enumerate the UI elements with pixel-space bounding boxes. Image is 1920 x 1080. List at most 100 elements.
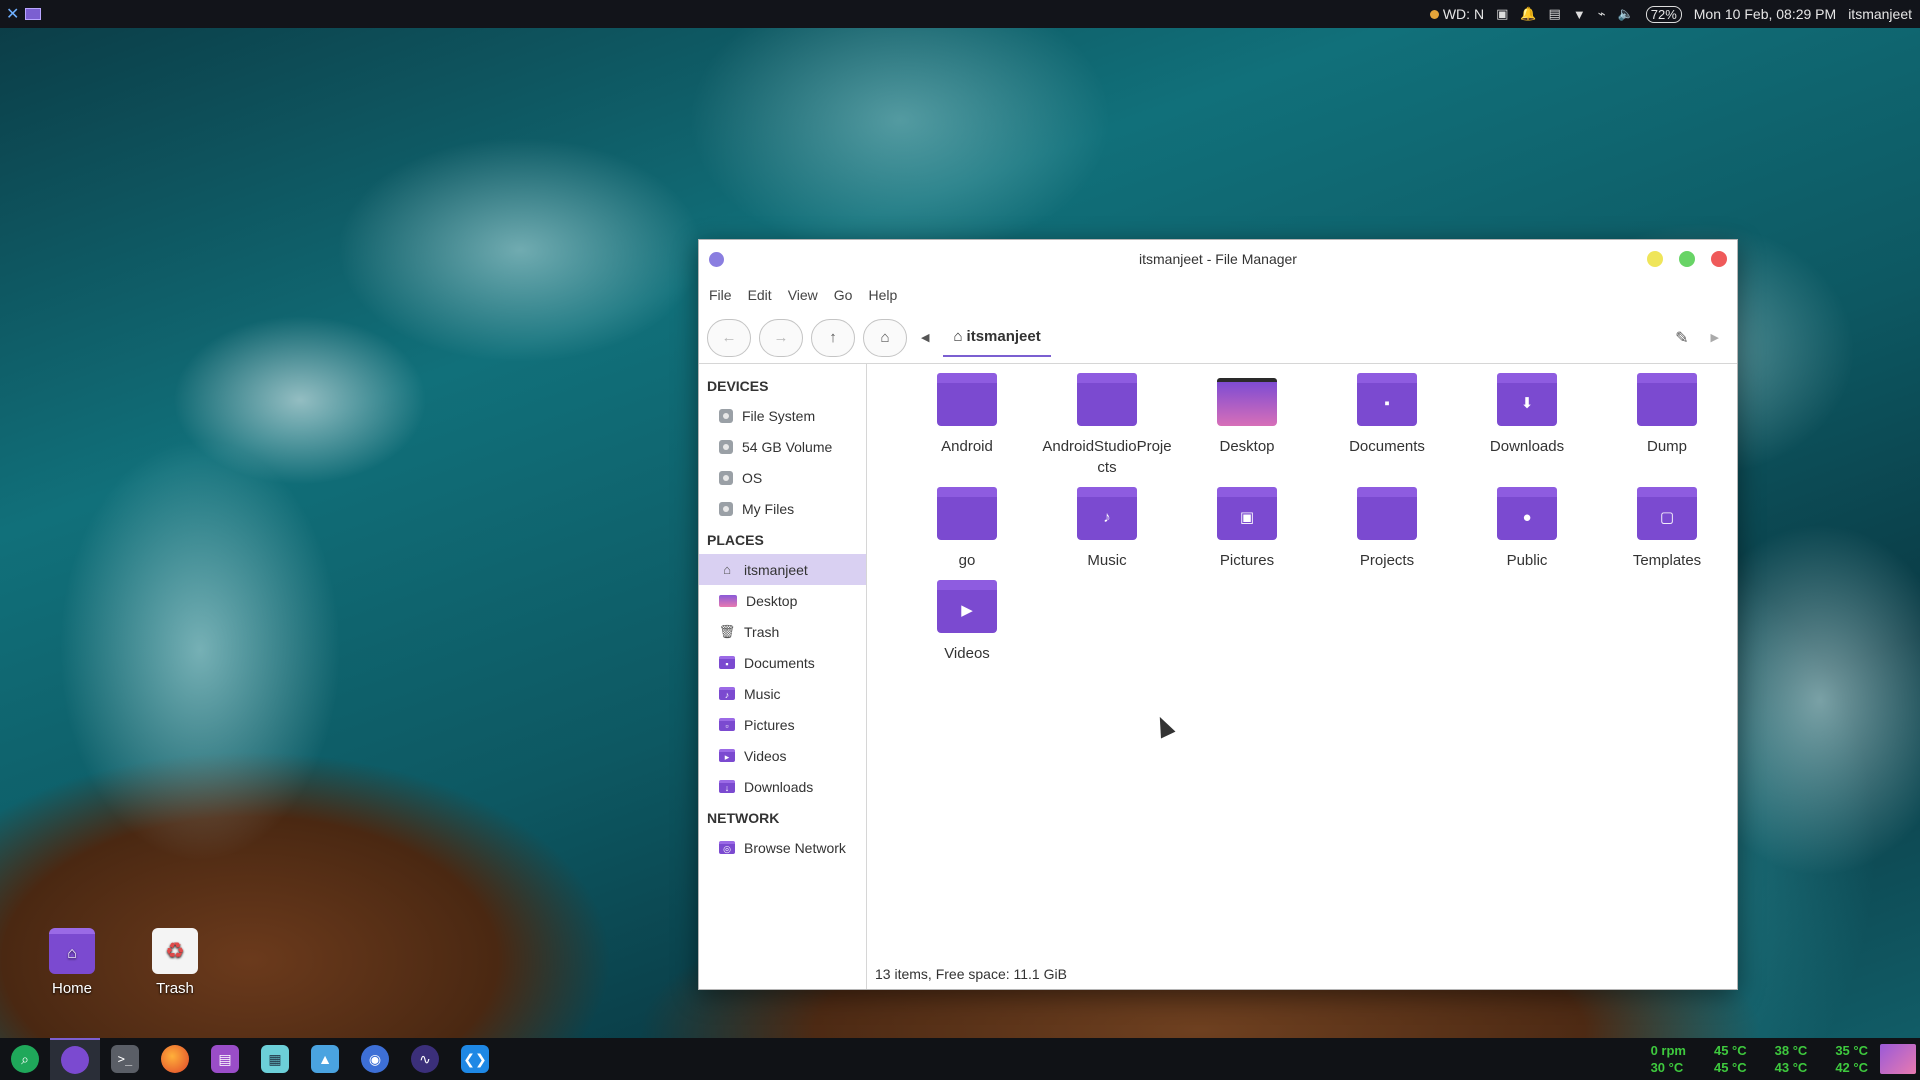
file-item-dump[interactable]: Dump	[1597, 373, 1737, 478]
menu-help[interactable]: Help	[868, 287, 897, 303]
file-item-public[interactable]: ● Public	[1457, 487, 1597, 571]
taskbar-text-editor[interactable]: ▤	[200, 1038, 250, 1080]
menu-file[interactable]: File	[709, 287, 732, 303]
temperature-reading: 35 °C	[1835, 1043, 1868, 1058]
home-icon: ⌂	[723, 562, 731, 577]
volume-icon[interactable]: 🔈	[1618, 6, 1634, 22]
breadcrumb-home[interactable]: ⌂ itsmanjeet	[943, 319, 1051, 357]
workspace-indicator[interactable]	[25, 8, 42, 20]
drive-icon	[719, 408, 733, 423]
menu-go[interactable]: Go	[834, 287, 853, 303]
home-button[interactable]: ⌂	[863, 318, 907, 357]
window-menu-button[interactable]	[709, 251, 724, 267]
menu-view[interactable]: View	[788, 287, 818, 303]
crumb-right-arrow-icon[interactable]: ▶	[1711, 331, 1719, 344]
file-item-documents[interactable]: ▪ Documents	[1317, 373, 1457, 478]
file-item-androidstudioprojects[interactable]: AndroidStudioProjects	[1037, 373, 1177, 478]
menubar: File Edit View Go Help	[699, 278, 1737, 312]
sidebar-heading-devices: DEVICES	[707, 378, 769, 394]
sidebar-item-label: itsmanjeet	[744, 561, 808, 578]
terminal-tray-icon[interactable]: ▤	[1549, 6, 1561, 22]
file-manager-icon	[61, 1046, 89, 1074]
file-item-templates[interactable]: ▢ Templates	[1597, 487, 1737, 571]
file-item-music[interactable]: ♪ Music	[1037, 487, 1177, 571]
app-menu-icon[interactable]: ✕	[6, 4, 19, 24]
file-item-go[interactable]: go	[897, 487, 1037, 571]
taskbar-audio-app[interactable]: ∿	[400, 1038, 450, 1080]
minimize-button[interactable]	[1647, 251, 1663, 267]
sidebar-item-downloads[interactable]: ↓ Downloads	[699, 771, 866, 802]
taskbar-terminal[interactable]: >_	[100, 1038, 150, 1080]
file-item-desktop[interactable]: Desktop	[1177, 376, 1317, 478]
folder-icon	[1077, 373, 1137, 426]
file-item-projects[interactable]: Projects	[1317, 487, 1457, 571]
sidebar-item-videos[interactable]: ▸ Videos	[699, 740, 866, 771]
sidebar-item-browse-network[interactable]: ◎ Browse Network	[699, 832, 866, 863]
sidebar-item-label: My Files	[742, 500, 795, 517]
sidebar-heading-places: PLACES	[707, 532, 764, 548]
top-panel: ✕ WD: N ▣ 🔔 ▤ ▼ ⌁ 🔈 72% Mon 10 Feb, 08:2…	[0, 0, 1920, 28]
sidebar-item-my-files[interactable]: My Files	[699, 493, 866, 524]
weather-widget[interactable]: WD: N	[1429, 6, 1485, 22]
folder-icon	[937, 487, 997, 540]
file-view[interactable]: Android AndroidStudioProjects Desktop ▪ D…	[867, 364, 1737, 989]
file-item-downloads[interactable]: ⬇ Downloads	[1457, 373, 1597, 478]
file-item-videos[interactable]: ▶ Videos	[897, 580, 1037, 664]
clock[interactable]: Mon 10 Feb, 08:29 PM	[1694, 6, 1836, 22]
attachment-icon[interactable]: ⌁	[1598, 6, 1606, 22]
videos-folder-icon: ▸	[719, 749, 735, 762]
sidebar-item-home[interactable]: ⌂ itsmanjeet	[699, 554, 866, 585]
taskbar-search[interactable]: ⌕	[0, 1038, 50, 1080]
sidebar-item-music[interactable]: ♪ Music	[699, 678, 866, 709]
maximize-button[interactable]	[1679, 251, 1695, 267]
sidebar-item-file-system[interactable]: File System	[699, 400, 866, 431]
music-folder-icon: ♪	[719, 687, 735, 700]
arrow-left-icon: ←	[721, 329, 737, 346]
sidebar-item-label: Browse Network	[744, 839, 846, 856]
sidebar-item-label: File System	[742, 407, 816, 424]
taskbar-firefox[interactable]	[150, 1038, 200, 1080]
parent-folder-button[interactable]: ↑	[811, 318, 855, 357]
back-button[interactable]: ←	[707, 318, 751, 357]
titlebar[interactable]: itsmanjeet - File Manager	[699, 240, 1737, 278]
desktop-home-icon[interactable]: ⌂ Home	[32, 928, 112, 997]
sidebar-item-documents[interactable]: ▪ Documents	[699, 647, 866, 678]
app-indicator-icon[interactable]: ▣	[1496, 6, 1508, 22]
window-title: itsmanjeet - File Manager	[1139, 251, 1297, 267]
sidebar-item-54gb-volume[interactable]: 54 GB Volume	[699, 431, 866, 462]
forward-button[interactable]: →	[759, 318, 803, 357]
username-label[interactable]: itsmanjeet	[1848, 6, 1912, 22]
file-item-android[interactable]: Android	[897, 373, 1037, 478]
file-name: AndroidStudioProjects	[1042, 438, 1172, 476]
sidebar-item-trash[interactable]: 🗑 Trash	[699, 616, 866, 647]
sidebar-item-label: OS	[742, 469, 763, 486]
taskbar-video-editor[interactable]: ▦	[250, 1038, 300, 1080]
close-button[interactable]	[1711, 251, 1727, 267]
show-desktop-button[interactable]	[1880, 1044, 1916, 1074]
wifi-icon[interactable]: ▼	[1573, 7, 1586, 22]
taskbar-image-viewer[interactable]: ▲	[300, 1038, 350, 1080]
status-bar: 13 items, Free space: 11.1 GiB	[875, 966, 1067, 982]
documents-folder-icon: ▪	[719, 656, 735, 669]
menu-edit[interactable]: Edit	[748, 287, 772, 303]
weather-text: WD: N	[1442, 6, 1485, 22]
sidebar-item-pictures[interactable]: ▫ Pictures	[699, 709, 866, 740]
sidebar-item-desktop[interactable]: Desktop	[699, 585, 866, 616]
drive-icon	[719, 501, 733, 516]
edit-path-pencil-icon[interactable]: ✎	[1675, 328, 1688, 348]
taskbar-camera[interactable]: ◉	[350, 1038, 400, 1080]
notification-bell-icon[interactable]: 🔔	[1520, 6, 1536, 22]
sidebar-item-os[interactable]: OS	[699, 462, 866, 493]
taskbar-file-manager[interactable]	[50, 1038, 100, 1080]
drive-icon	[719, 439, 733, 454]
temperature-reading: 30 °C	[1650, 1060, 1684, 1075]
file-item-pictures[interactable]: ▣ Pictures	[1177, 487, 1317, 571]
play-icon: ▶	[961, 602, 973, 619]
templates-folder-icon: ▢	[1637, 487, 1697, 540]
taskbar-vscode[interactable]: ❮❯	[450, 1038, 500, 1080]
crumb-left-arrow-icon[interactable]: ◀	[921, 331, 929, 344]
vscode-icon: ❮❯	[461, 1045, 489, 1073]
battery-indicator[interactable]: 72%	[1645, 5, 1682, 23]
folder-icon	[1357, 487, 1417, 540]
desktop-trash-icon[interactable]: ♻ Trash	[135, 928, 215, 997]
